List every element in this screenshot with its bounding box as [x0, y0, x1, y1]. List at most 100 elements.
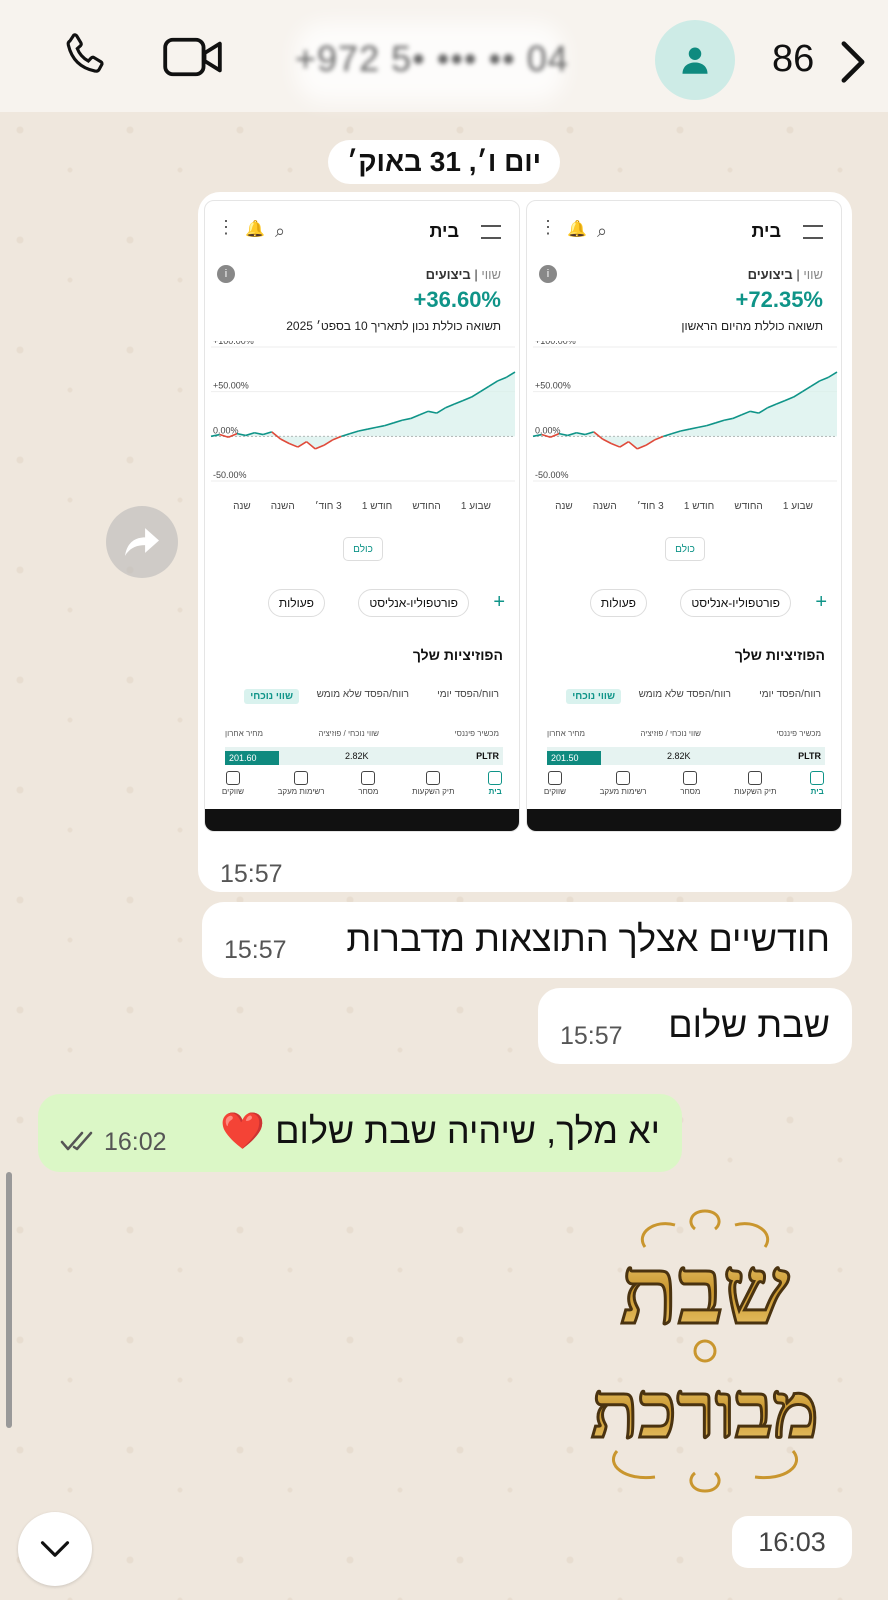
contact-phone-number[interactable]: +972 5• ••• •• 04 — [295, 38, 569, 80]
y-tick-label: +100.00% — [213, 341, 254, 346]
menu-icon — [481, 225, 501, 239]
range-item[interactable]: שבוע 1 — [783, 501, 813, 512]
chip-portfolio-analyst[interactable]: פורטפוליו-אנליסט — [680, 589, 791, 617]
col-value: שווי נוכחי / פוזיציה — [318, 729, 379, 738]
performance-tabs: שווי | ביצועים — [425, 267, 501, 282]
scrollbar[interactable] — [6, 1172, 12, 1428]
range-item[interactable]: החודש — [734, 501, 762, 512]
tab-daily-pl[interactable]: רווח/הפסד יומי — [437, 689, 499, 700]
range-item[interactable]: השנה — [271, 501, 295, 512]
tab-unrealized-pl[interactable]: רווח/הפסד שלא מומש — [317, 689, 409, 700]
return-note: תשואה כוללת מהיום הראשון — [681, 319, 823, 333]
avatar-icon[interactable] — [655, 20, 735, 100]
message-time: 15:57 — [560, 1022, 623, 1050]
message-text: חודשיים אצלך התוצאות מדברות — [346, 918, 830, 959]
positions-title: הפוזיציות שלך — [412, 647, 503, 663]
forward-icon[interactable] — [106, 506, 178, 578]
sticker-text: מבורכת — [591, 1365, 819, 1456]
screen-title: בית — [429, 221, 459, 241]
all-button[interactable]: כולם — [665, 537, 705, 561]
nav-portfolio[interactable]: תיק השקעות — [412, 771, 455, 811]
col-instrument: מכשיר פיננסי — [776, 729, 821, 738]
range-item[interactable]: 3 חוד׳ — [315, 501, 342, 512]
chevron-down-icon — [40, 1541, 70, 1557]
performance-tabs: שווי | ביצועים — [747, 267, 823, 282]
chip-actions[interactable]: פעולות — [267, 589, 325, 617]
row-symbol: PLTR — [476, 751, 499, 761]
range-item[interactable]: שנה — [555, 501, 573, 512]
y-tick-label: -50.00% — [213, 470, 247, 480]
nav-watchlists[interactable]: רשימות מעקב — [600, 771, 647, 811]
chart-area — [211, 372, 515, 449]
nav-markets[interactable]: שווקים — [222, 771, 244, 811]
y-tick-label: -50.00% — [535, 470, 569, 480]
bell-icon: 🔔 — [245, 221, 265, 238]
shabbat-sticker[interactable]: שבת מבורכת — [555, 1205, 855, 1505]
phone-icon[interactable] — [60, 28, 110, 87]
range-item[interactable]: חודש 1 — [684, 501, 714, 512]
bell-icon: 🔔 — [567, 221, 587, 238]
nav-trade[interactable]: מסחר — [358, 771, 378, 811]
bottom-nav: בית תיק השקעות מסחר רשימות מעקב שווקים — [527, 765, 841, 811]
message-bubble-in[interactable]: חודשיים אצלך התוצאות מדברות 15:57 — [202, 902, 852, 978]
chart-area — [533, 372, 837, 449]
return-percent: +36.60% — [413, 287, 501, 312]
row-value: 2.82K — [667, 751, 691, 761]
nav-watchlists[interactable]: רשימות מעקב — [278, 771, 325, 811]
all-button[interactable]: כולם — [343, 537, 383, 561]
more-icon: ⋮ — [539, 217, 557, 237]
position-row: 201.60 2.82K PLTR — [225, 747, 503, 765]
image-message[interactable]: בית ⌕ 🔔 ⋮ שווי | ביצועים i +72.35% תשואה… — [198, 192, 852, 892]
y-tick-label: +50.00% — [213, 381, 249, 391]
chip-actions[interactable]: פעולות — [589, 589, 647, 617]
message-time: 15:57 — [220, 860, 283, 888]
return-note: תשואה כוללת נכון לתאריך 10 בספט׳ 2025 — [286, 319, 501, 333]
tab-unrealized-pl[interactable]: רווח/הפסד שלא מומש — [639, 689, 731, 700]
range-item[interactable]: שנה — [233, 501, 251, 512]
range-item[interactable]: החודש — [412, 501, 440, 512]
unread-count: 86 — [772, 38, 815, 80]
system-nav-bar — [527, 809, 841, 831]
message-bubble-out[interactable]: יא מלך, שיהיה שבת שלום ❤️ 16:02 — [38, 1094, 682, 1172]
col-last-price: מחיר אחרון — [547, 729, 586, 738]
menu-icon — [803, 225, 823, 239]
range-item[interactable]: שבוע 1 — [461, 501, 491, 512]
nav-home[interactable]: בית — [488, 771, 503, 811]
sticker-text: שבת — [620, 1236, 789, 1346]
nav-home[interactable]: בית — [810, 771, 825, 811]
search-icon: ⌕ — [275, 221, 286, 241]
video-icon[interactable] — [162, 34, 224, 85]
nav-trade[interactable]: מסחר — [680, 771, 700, 811]
range-item[interactable]: 3 חוד׳ — [637, 501, 664, 512]
message-time: 15:57 — [224, 936, 287, 964]
plus-icon[interactable]: + — [493, 591, 505, 614]
scroll-down-button[interactable] — [18, 1512, 92, 1586]
plus-icon[interactable]: + — [815, 591, 827, 614]
range-item[interactable]: חודש 1 — [362, 501, 392, 512]
range-item[interactable]: השנה — [593, 501, 617, 512]
message-text: יא מלך, שיהיה שבת שלום ❤️ — [220, 1110, 660, 1151]
tab-daily-pl[interactable]: רווח/הפסד יומי — [759, 689, 821, 700]
row-value: 2.82K — [345, 751, 369, 761]
tab-current-value[interactable]: שווי נוכחי — [566, 689, 621, 704]
chat-header: +972 5• ••• •• 04 86 — [0, 0, 888, 112]
message-bubble-in[interactable]: שבת שלום 15:57 — [538, 988, 852, 1064]
info-icon: i — [217, 265, 235, 283]
screenshot-left: בית ⌕ 🔔 ⋮ שווי | ביצועים i +36.60% תשואה… — [204, 200, 520, 832]
range-selector: שבוע 1 החודש חודש 1 3 חוד׳ השנה שנה — [205, 501, 519, 512]
row-symbol: PLTR — [798, 751, 821, 761]
message-time: 16:02 — [104, 1128, 167, 1156]
date-separator: יום ו׳, 31 באוק׳ — [328, 140, 560, 184]
last-price: 201.60 — [225, 751, 279, 765]
position-row: 201.50 2.82K PLTR — [547, 747, 825, 765]
nav-markets[interactable]: שווקים — [544, 771, 566, 811]
bottom-nav: בית תיק השקעות מסחר רשימות מעקב שווקים — [205, 765, 519, 811]
chevron-right-icon[interactable] — [838, 40, 868, 89]
message-time: 16:03 — [732, 1516, 852, 1568]
col-value: שווי נוכחי / פוזיציה — [640, 729, 701, 738]
nav-portfolio[interactable]: תיק השקעות — [734, 771, 777, 811]
tab-current-value[interactable]: שווי נוכחי — [244, 689, 299, 704]
screenshot-right: בית ⌕ 🔔 ⋮ שווי | ביצועים i +72.35% תשואה… — [526, 200, 842, 832]
chip-portfolio-analyst[interactable]: פורטפוליו-אנליסט — [358, 589, 469, 617]
positions-title: הפוזיציות שלך — [734, 647, 825, 663]
